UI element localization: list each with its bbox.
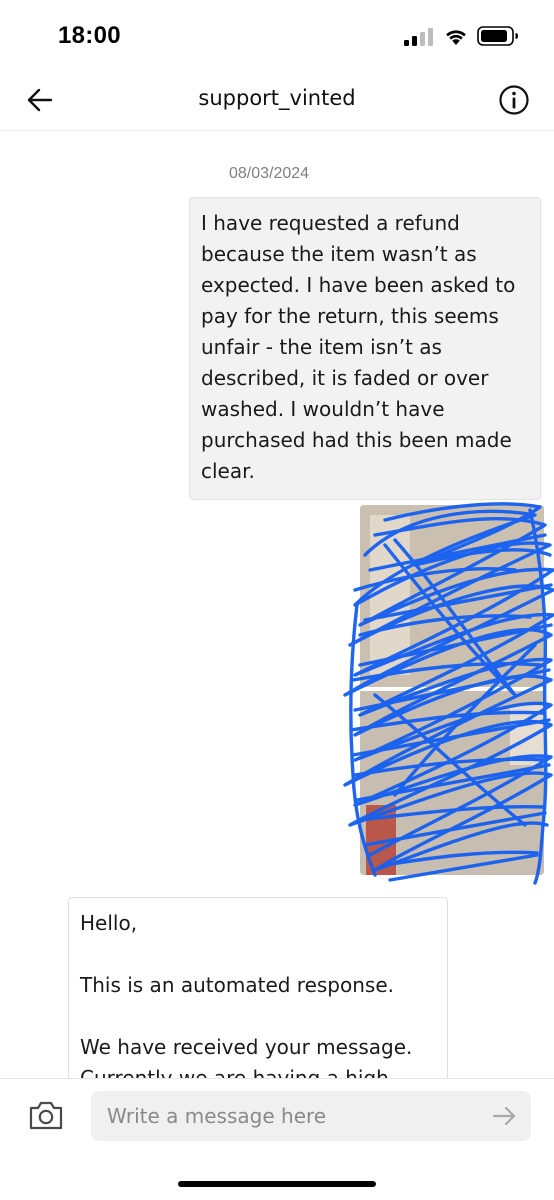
message-thread[interactable]: 08/03/2024 I have requested a refund bec… <box>0 131 554 1078</box>
photo-attachment[interactable] <box>343 502 554 885</box>
status-time: 18:00 <box>58 22 121 49</box>
message-date: 08/03/2024 <box>229 165 310 182</box>
outgoing-message-bubble: I have requested a refund because the it… <box>189 197 541 500</box>
home-indicator[interactable] <box>178 1181 376 1187</box>
incoming-message-bubble: Hello, This is an automated response. We… <box>68 897 448 1078</box>
outgoing-message-text: I have requested a refund because the it… <box>201 211 516 483</box>
chat-header: support_vinted <box>0 70 554 131</box>
wifi-icon <box>446 30 466 45</box>
send-arrow-icon[interactable] <box>492 1105 518 1127</box>
redaction-scribble <box>343 502 554 885</box>
message-composer <box>0 1078 554 1155</box>
incoming-message-line: We have received your message. Currently… <box>80 1035 413 1078</box>
status-bar: 18:00 <box>0 0 554 70</box>
incoming-message-line: This is an automated response. <box>80 973 394 997</box>
camera-icon[interactable] <box>28 1099 64 1131</box>
cellular-signal-icon <box>404 28 433 46</box>
conversation-title: support_vinted <box>198 86 356 110</box>
info-icon[interactable] <box>496 82 532 118</box>
message-input[interactable] <box>91 1091 531 1141</box>
incoming-message-greeting: Hello, <box>80 911 138 935</box>
battery-icon <box>477 26 518 46</box>
chat-screen: 18:00 support_vinted 08/03/2024 I have r… <box>0 0 554 1200</box>
